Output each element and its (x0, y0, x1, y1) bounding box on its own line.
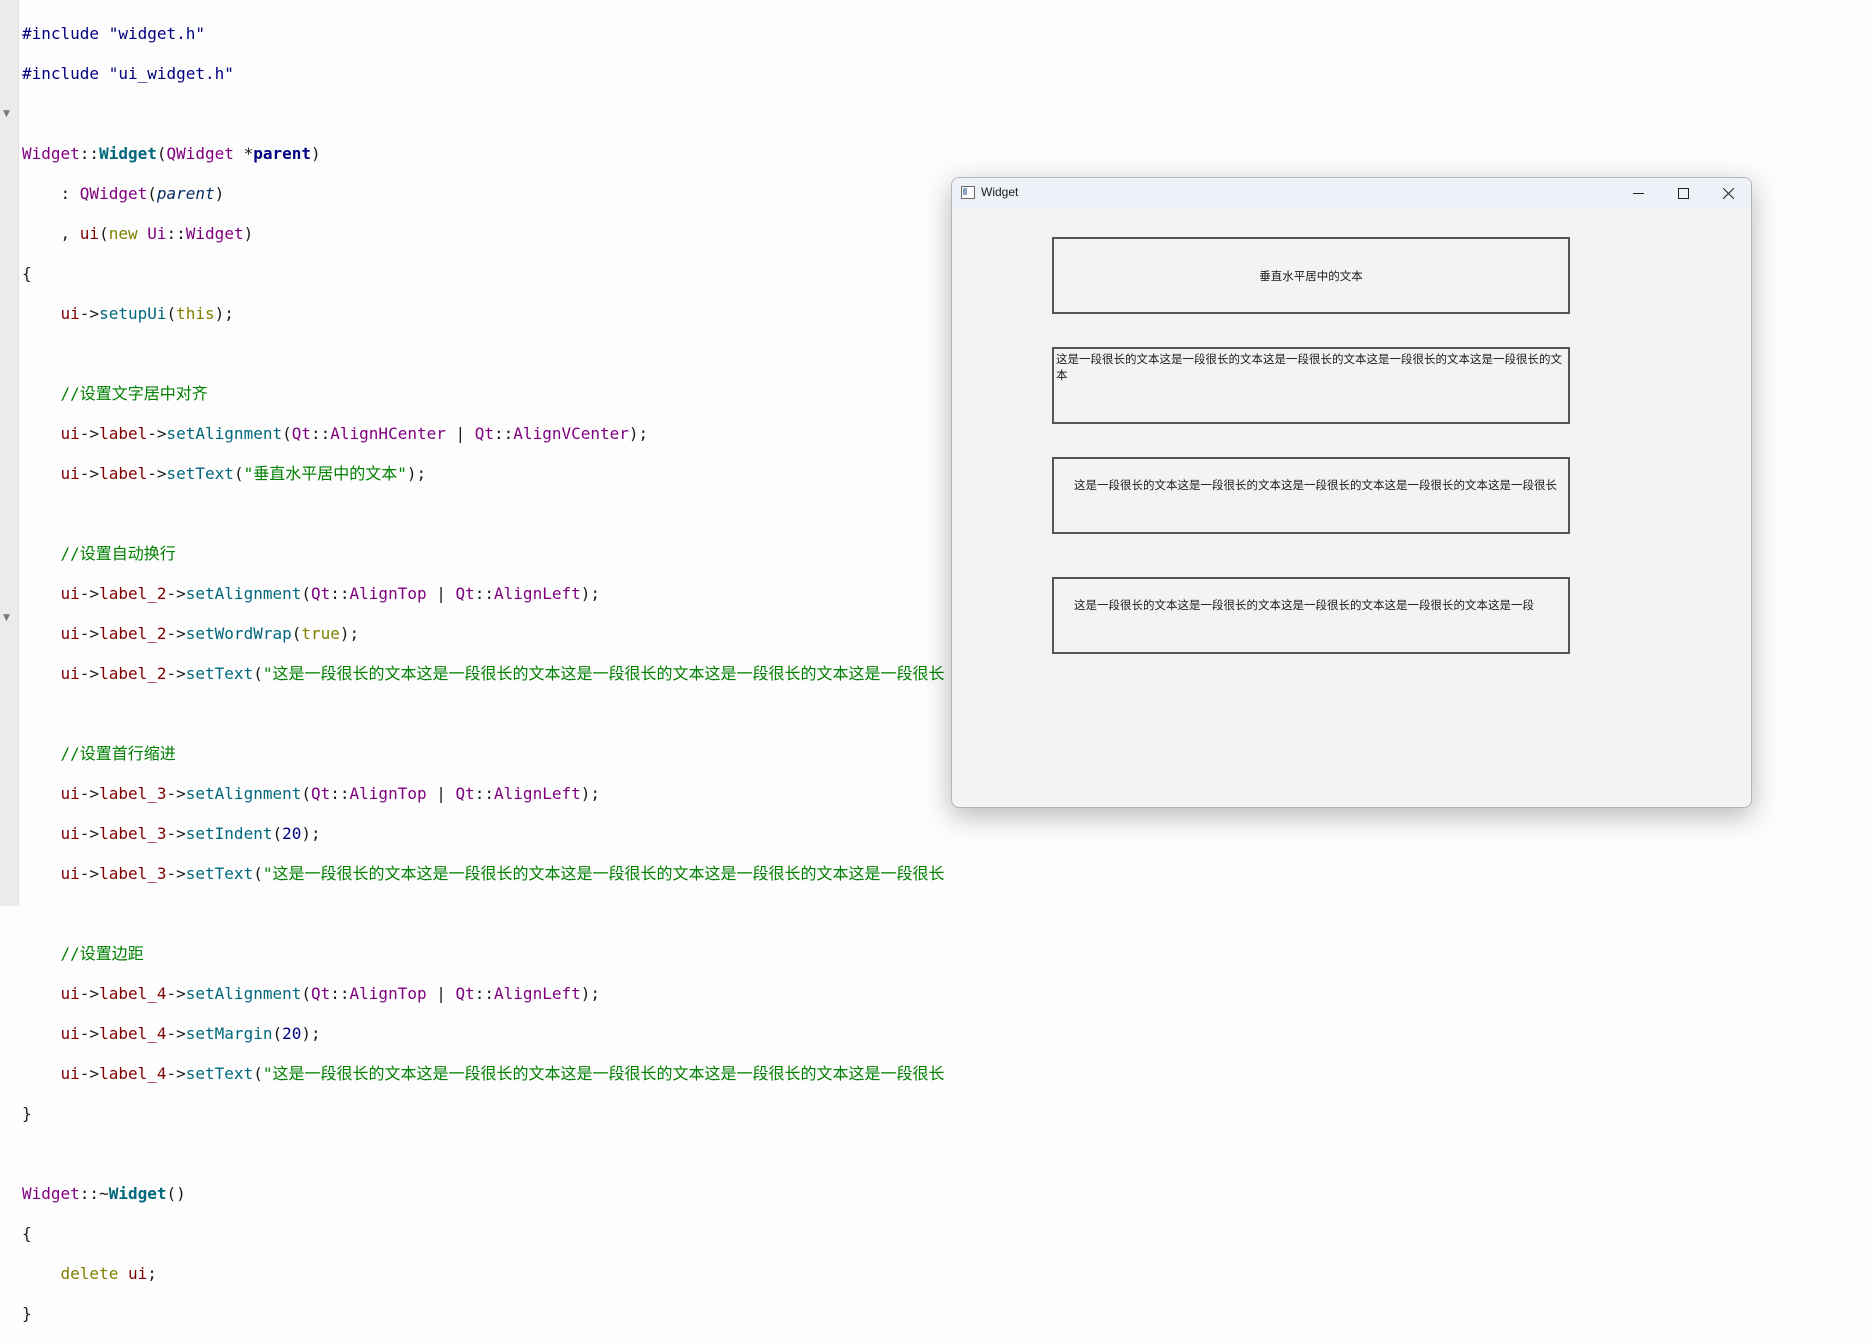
close-icon (1723, 188, 1734, 199)
code-line: } (22, 1104, 32, 1123)
code-line: : QWidget(parent) (22, 184, 225, 203)
code-line: ui->label_3->setAlignment(Qt::AlignTop |… (60, 784, 600, 803)
code-line: , ui(new Ui::Widget) (22, 224, 254, 243)
code-line: ui->label_2->setAlignment(Qt::AlignTop |… (60, 584, 600, 603)
app-window-icon (961, 186, 975, 199)
label-centered-text: 垂直水平居中的文本 (1052, 237, 1570, 314)
code-line: #include "ui_widget.h" (22, 64, 234, 83)
code-line: ui->label_3->setIndent(20); (60, 824, 321, 843)
maximize-icon (1678, 188, 1689, 199)
title-bar[interactable]: Widget (952, 178, 1751, 208)
widget-window[interactable]: Widget 垂直水平居中的文本 这是一段很长的文本这是一段很长的文本这是一段很… (951, 177, 1752, 808)
label-margin: 这是一段很长的文本这是一段很长的文本这是一段很长的文本这是一段很长的文本这是一段 (1052, 577, 1570, 654)
label-indent: 这是一段很长的文本这是一段很长的文本这是一段很长的文本这是一段很长的文本这是一段… (1052, 457, 1570, 534)
code-line: Widget::Widget(QWidget *parent) (22, 144, 321, 163)
code-editor[interactable]: #include "widget.h" #include "ui_widget.… (22, 4, 944, 1344)
minimize-icon (1633, 193, 1644, 194)
code-line: ui->label_3->setText("这是一段很长的文本这是一段很长的文本… (60, 864, 945, 883)
code-line: ui->label_4->setText("这是一段很长的文本这是一段很长的文本… (60, 1064, 945, 1083)
code-line: ui->label_2->setWordWrap(true); (60, 624, 360, 643)
code-line: ui->label->setText("垂直水平居中的文本"); (60, 464, 427, 483)
code-line: Widget::~Widget() (22, 1184, 186, 1203)
code-line: ui->label_2->setText("这是一段很长的文本这是一段很长的文本… (60, 664, 945, 683)
code-line: ui->label->setAlignment(Qt::AlignHCenter… (60, 424, 649, 443)
close-button[interactable] (1706, 178, 1751, 208)
code-line: //设置边距 (60, 944, 144, 963)
code-line: delete ui; (60, 1264, 157, 1283)
maximize-button[interactable] (1661, 178, 1706, 208)
label-word-wrap: 这是一段很长的文本这是一段很长的文本这是一段很长的文本这是一段很长的文本这是一段… (1052, 347, 1570, 424)
editor-gutter: ▼ ▼ (0, 0, 19, 906)
code-line: { (22, 1224, 32, 1243)
code-line: ui->label_4->setMargin(20); (60, 1024, 321, 1043)
code-line: ui->label_4->setAlignment(Qt::AlignTop |… (60, 984, 600, 1003)
code-line: #include "widget.h" (22, 24, 206, 43)
fold-arrow-icon[interactable]: ▼ (3, 613, 10, 623)
window-title: Widget (981, 185, 1019, 199)
code-line: { (22, 264, 32, 283)
code-line: //设置首行缩进 (60, 744, 176, 763)
code-line: //设置文字居中对齐 (60, 384, 208, 403)
fold-arrow-icon[interactable]: ▼ (3, 109, 10, 119)
code-line: ui->setupUi(this); (60, 304, 234, 323)
code-line: //设置自动换行 (60, 544, 176, 563)
code-line: } (22, 1304, 32, 1323)
minimize-button[interactable] (1616, 178, 1661, 208)
